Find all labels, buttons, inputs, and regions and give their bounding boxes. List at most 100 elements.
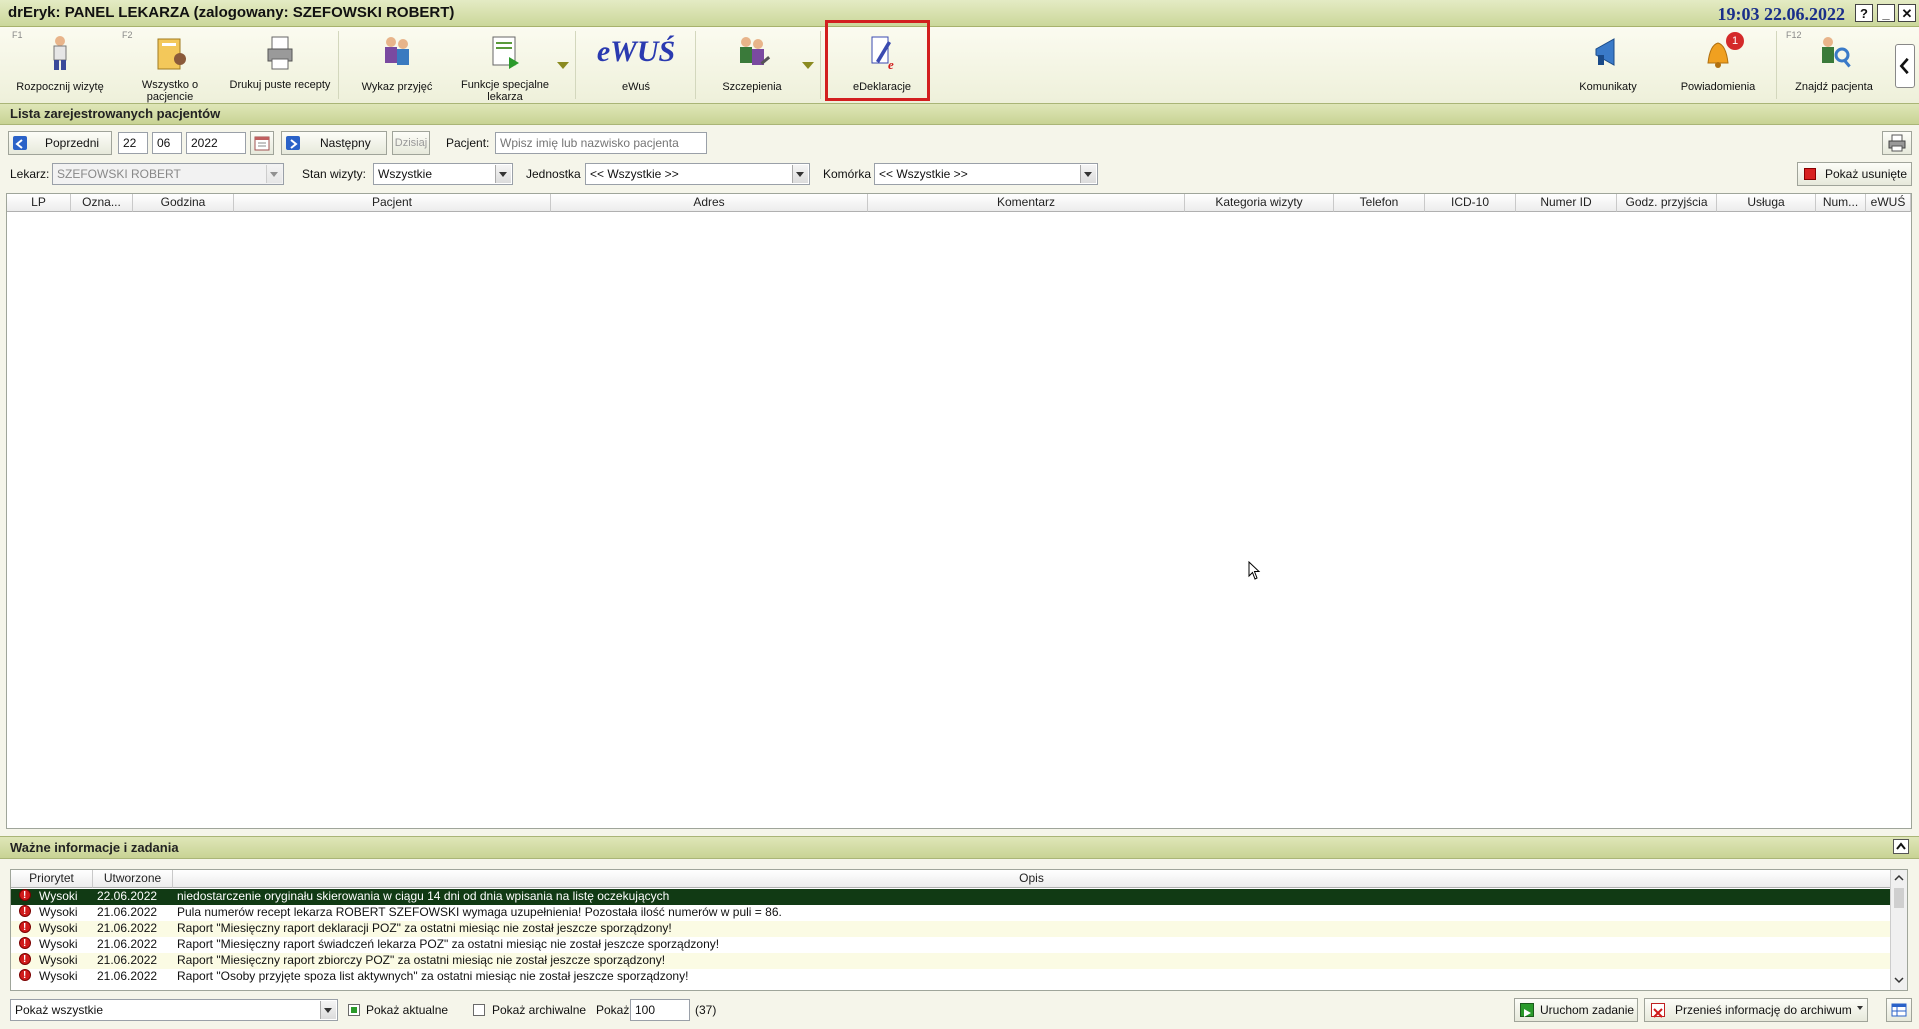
patient-search-input[interactable] [495,132,707,154]
scrollbar-thumb[interactable] [1894,888,1904,908]
messages-button[interactable]: Komunikaty [1556,27,1660,103]
archive-info-button[interactable]: Przenieś informację do archiwum [1644,998,1868,1022]
info-priority: Wysoki [39,921,78,935]
today-button[interactable]: Dzisiaj [392,131,430,155]
document-arrow-icon [492,36,519,69]
column-header-arrival-time[interactable]: Godz. przyjścia [1617,194,1717,212]
show-deleted-button[interactable]: Pokaż usunięte [1797,162,1912,186]
notifications-label: Powiadomienia [1680,81,1756,93]
info-row[interactable]: Wysoki 21.06.2022 Raport "Miesięczny rap… [11,920,1891,937]
visit-state-value: Wszystkie [378,167,432,181]
info-description: Raport "Osoby przyjęte spoza list aktywn… [177,969,689,983]
export-button[interactable] [1886,998,1912,1022]
unit-value: << Wszystkie >> [590,167,679,181]
column-header-created[interactable]: Utworzone [93,870,173,888]
next-day-button[interactable]: Następny [281,131,387,155]
chevron-down-icon[interactable] [1857,1006,1863,1010]
checkbox-checked-mark [351,1007,357,1013]
doctor-icon [53,36,67,70]
chevron-down-icon [495,165,511,183]
collapse-info-button[interactable] [1893,839,1909,854]
column-header-time[interactable]: Godzina [133,194,234,212]
column-header-address[interactable]: Adres [551,194,868,212]
ewus-button[interactable]: eWUŚ eWuś [582,27,690,103]
day-field[interactable]: 22 [118,132,148,154]
toolbar: F1 Rozpocznij wizytę F2 Wszystko o pacje… [0,27,1919,104]
column-header-description[interactable]: Opis [173,870,1891,888]
edeclarations-highlight-frame [825,20,930,101]
info-scrollbar[interactable] [1890,870,1907,990]
column-header-visit-category[interactable]: Kategoria wizyty [1185,194,1334,212]
play-icon [1520,1003,1534,1017]
high-priority-icon [19,888,31,903]
chevron-down-icon [1080,165,1096,183]
admissions-list-button[interactable]: Wykaz przyjęć [345,27,449,103]
megaphone-icon [1595,38,1615,66]
calendar-button[interactable] [250,131,274,155]
info-row[interactable]: Wysoki 21.06.2022 Pula numerów recept le… [11,904,1891,921]
cell-select[interactable]: << Wszystkie >> [874,163,1098,185]
doctor-select[interactable]: SZEFOWSKI ROBERT [52,163,284,185]
info-row[interactable]: Wysoki 21.06.2022 Raport "Miesięczny rap… [11,952,1891,969]
visit-state-select[interactable]: Wszystkie [373,163,513,185]
vaccination-icon [740,37,771,65]
info-priority: Wysoki [39,953,78,967]
close-button[interactable]: ✕ [1898,4,1916,22]
deleted-marker-icon [1804,168,1816,180]
column-header-phone[interactable]: Telefon [1334,194,1425,212]
column-header-number[interactable]: Num... [1816,194,1866,212]
column-header-ewus[interactable]: eWUŚ [1866,194,1911,212]
column-header-lp[interactable]: LP [7,194,71,212]
info-row[interactable]: Wysoki 21.06.2022 Raport "Osoby przyjęte… [11,968,1891,985]
month-field[interactable]: 06 [152,132,182,154]
chevron-down-icon [320,1001,336,1019]
info-row[interactable]: Wysoki 21.06.2022 Raport "Miesięczny rap… [11,936,1891,953]
next-day-label: Następny [320,136,371,150]
info-created: 21.06.2022 [97,937,158,951]
show-count-field[interactable]: 100 [630,999,690,1021]
patients-table[interactable]: LP Ozna... Godzina Pacjent Adres Komenta… [6,193,1912,829]
minimize-button[interactable]: _ [1877,4,1895,22]
run-task-button[interactable]: Uruchom zadanie [1514,998,1638,1022]
print-blank-label: Drukuj puste recepty [229,79,331,91]
patient-info-button[interactable]: F2 Wszystko o pacjencie [118,27,222,103]
show-current-checkbox[interactable] [348,1004,360,1016]
patients-section-title: Lista zarejestrowanych pacjentów [10,106,221,121]
info-section-title: Ważne informacje i zadania [10,840,179,855]
info-priority: Wysoki [39,889,78,903]
column-header-icd10[interactable]: ICD-10 [1425,194,1516,212]
info-description: niedostarczenie oryginału skierowania w … [177,889,670,903]
column-header-id-number[interactable]: Numer ID [1516,194,1617,212]
column-header-marker[interactable]: Ozna... [71,194,133,212]
column-header-service[interactable]: Usługa [1717,194,1816,212]
info-created: 21.06.2022 [97,969,158,983]
special-functions-button[interactable]: Funkcje specjalne lekarza [455,27,555,103]
special-functions-dropdown-icon[interactable] [557,62,569,69]
notifications-button[interactable]: 1 Powiadomienia [1666,27,1770,103]
previous-day-button[interactable]: Poprzedni [8,131,112,155]
mouse-cursor-icon [1248,561,1261,580]
vaccinations-dropdown-icon[interactable] [802,62,814,69]
info-tasks-table[interactable]: Priorytet Utworzone Opis Wysoki 22.06.20… [10,869,1908,991]
scroll-up-icon[interactable] [1891,870,1907,886]
patients-section-header: Lista zarejestrowanych pacjentów [0,103,1919,125]
scroll-down-icon[interactable] [1891,972,1907,988]
info-filter-select[interactable]: Pokaż wszystkie [10,999,338,1021]
f2-key-label: F2 [122,30,133,40]
year-field[interactable]: 2022 [186,132,246,154]
column-header-priority[interactable]: Priorytet [11,870,93,888]
show-archived-checkbox[interactable] [473,1004,485,1016]
start-visit-button[interactable]: F1 Rozpocznij wizytę [8,27,112,103]
high-priority-icon [19,968,31,983]
visit-state-label: Stan wizyty: [302,167,367,181]
column-header-comment[interactable]: Komentarz [868,194,1185,212]
find-patient-button[interactable]: F12 Znajdź pacjenta [1782,27,1886,103]
vaccinations-button[interactable]: Szczepienia [700,27,804,103]
column-header-patient[interactable]: Pacjent [234,194,551,212]
info-row[interactable]: Wysoki 22.06.2022 niedostarczenie orygin… [11,888,1891,905]
collapse-panel-button[interactable] [1895,44,1915,88]
print-list-button[interactable] [1882,131,1912,155]
print-blank-prescriptions-button[interactable]: Drukuj puste recepty [228,27,332,103]
unit-select[interactable]: << Wszystkie >> [585,163,810,185]
help-button[interactable]: ? [1855,4,1873,22]
